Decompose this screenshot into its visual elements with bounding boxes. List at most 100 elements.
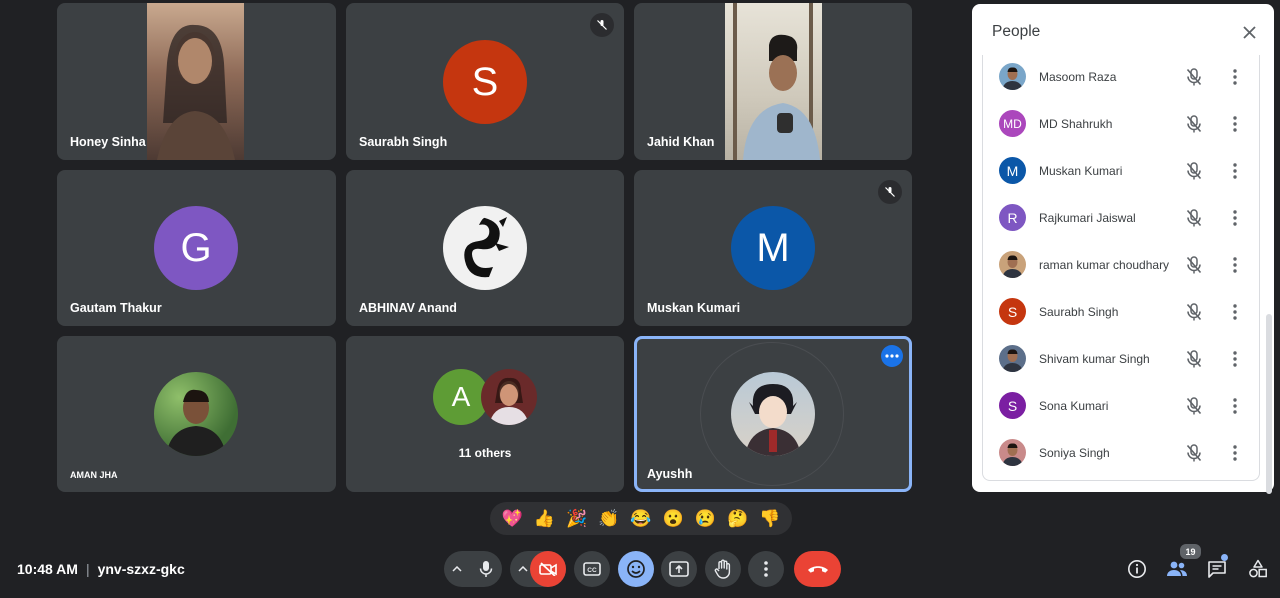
reaction-thinking[interactable]: 🤔 — [727, 510, 748, 527]
reaction-tears-of-joy[interactable]: 😂 — [630, 510, 651, 527]
mic-options-chevron-up-icon[interactable] — [444, 551, 470, 587]
reaction-crying[interactable]: 😢 — [695, 510, 716, 527]
more-options-icon[interactable] — [881, 345, 903, 367]
participant-avatar — [731, 372, 815, 456]
mic-icon — [479, 561, 493, 577]
close-panel-button[interactable] — [1238, 21, 1260, 43]
participant-tile-honey-sinha[interactable]: Honey Sinha — [57, 3, 336, 160]
mic-off-icon[interactable] — [1183, 301, 1205, 323]
person-name: Shivam kumar Singh — [1039, 352, 1150, 366]
participant-tile-abhinav-anand[interactable]: ABHINAV Anand — [346, 170, 624, 326]
people-list[interactable]: Masoom Raza MD MD Shahrukh M Muskan Kumari R R… — [982, 55, 1260, 481]
person-name: MD Shahrukh — [1039, 117, 1113, 131]
person-avatar — [999, 251, 1026, 278]
participant-avatar: S — [443, 40, 527, 124]
activities-icon — [1249, 559, 1267, 578]
people-list-scrollbar[interactable] — [1266, 314, 1272, 494]
people-list-item[interactable]: Shivam kumar Singh — [983, 337, 1259, 384]
mic-off-icon[interactable] — [1183, 160, 1205, 182]
participant-tile-others[interactable]: A 11 others — [346, 336, 624, 492]
mic-off-icon[interactable] — [1183, 207, 1205, 229]
people-list-item[interactable]: MD MD Shahrukh — [983, 102, 1259, 149]
avatar-initial: M — [756, 225, 790, 270]
avatar-initial: G — [180, 225, 212, 270]
participant-name: AMAN JHA — [70, 470, 118, 480]
mic-button[interactable] — [470, 551, 502, 587]
present-screen-icon — [669, 561, 689, 577]
others-avatar-photo — [481, 369, 537, 425]
participant-name: Honey Sinha — [70, 135, 146, 149]
captions-button[interactable]: CC — [574, 551, 610, 587]
meeting-info: 10:48 AM | ynv-szxz-gkc — [17, 561, 185, 577]
reaction-sparkling-heart[interactable]: 💖 — [502, 510, 523, 527]
participant-tile-aman-jha[interactable]: AMAN JHA — [57, 336, 336, 492]
people-icon — [1167, 561, 1187, 576]
more-vert-icon[interactable] — [1226, 113, 1244, 135]
person-avatar — [999, 63, 1026, 90]
reaction-clapping[interactable]: 👏 — [598, 510, 619, 527]
person-name: Masoom Raza — [1039, 70, 1117, 84]
people-list-item[interactable]: R Rajkumari Jaiswal — [983, 196, 1259, 243]
participant-name: Muskan Kumari — [647, 301, 741, 315]
more-vert-icon[interactable] — [1226, 348, 1244, 370]
reactions-button[interactable] — [618, 551, 654, 587]
more-options-button[interactable] — [748, 551, 784, 587]
info-icon — [1128, 560, 1146, 578]
mic-off-icon[interactable] — [1183, 113, 1205, 135]
mic-control-group — [444, 551, 502, 587]
camera-off-button[interactable] — [530, 551, 566, 587]
present-screen-button[interactable] — [661, 551, 697, 587]
people-list-item[interactable]: S Saurabh Singh — [983, 290, 1259, 337]
people-list-item[interactable]: S Sona Kumari — [983, 384, 1259, 431]
person-avatar — [999, 439, 1026, 466]
reaction-thumbs-up[interactable]: 👍 — [534, 510, 555, 527]
more-vert-icon[interactable] — [1226, 254, 1244, 276]
person-name: Soniya Singh — [1039, 446, 1110, 460]
people-list-item[interactable]: Soniya Singh — [983, 431, 1259, 478]
more-vert-icon[interactable] — [1226, 301, 1244, 323]
mic-off-icon[interactable] — [1183, 348, 1205, 370]
person-avatar: R — [999, 204, 1026, 231]
more-vert-icon — [764, 561, 768, 577]
participant-tile-gautam-thakur[interactable]: G Gautam Thakur — [57, 170, 336, 326]
person-avatar — [999, 345, 1026, 372]
others-count-label: 11 others — [458, 446, 512, 460]
leave-call-button[interactable] — [794, 551, 841, 587]
dragon-emblem — [464, 217, 509, 278]
more-vert-icon[interactable] — [1226, 66, 1244, 88]
people-list-item[interactable]: M Muskan Kumari — [983, 149, 1259, 196]
reaction-surprised[interactable]: 😮 — [663, 510, 684, 527]
people-list-item[interactable]: Masoom Raza — [983, 55, 1259, 102]
avatar-initial: MD — [1003, 116, 1022, 131]
more-vert-icon[interactable] — [1226, 442, 1244, 464]
meeting-time: 10:48 AM — [17, 561, 78, 577]
raise-hand-button[interactable] — [705, 551, 741, 587]
mic-off-icon[interactable] — [1183, 442, 1205, 464]
person-name: Muskan Kumari — [1039, 164, 1123, 178]
more-vert-icon[interactable] — [1226, 207, 1244, 229]
meeting-details-button[interactable] — [1124, 556, 1150, 582]
person-avatar: MD — [999, 110, 1026, 137]
mic-off-icon[interactable] — [1183, 395, 1205, 417]
hang-up-icon — [807, 566, 828, 573]
participant-video — [147, 3, 244, 160]
people-list-item[interactable]: raman kumar choudhary — [983, 243, 1259, 290]
avatar-initial: R — [1007, 209, 1018, 226]
avatar-initial: S — [1007, 303, 1018, 320]
participant-tile-ayushh[interactable]: Ayushh — [634, 336, 912, 492]
mic-off-icon[interactable] — [1183, 66, 1205, 88]
more-vert-icon[interactable] — [1226, 160, 1244, 182]
participant-avatar — [154, 372, 238, 456]
participant-tile-saurabh-singh[interactable]: S Saurabh Singh — [346, 3, 624, 160]
activities-button[interactable] — [1245, 556, 1271, 582]
chat-unread-dot — [1221, 554, 1228, 561]
mic-off-icon[interactable] — [1183, 254, 1205, 276]
person-avatar: S — [999, 392, 1026, 419]
reaction-thumbs-down[interactable]: 👎 — [759, 510, 780, 527]
more-vert-icon[interactable] — [1226, 395, 1244, 417]
participant-tile-muskan-kumari[interactable]: M Muskan Kumari — [634, 170, 912, 326]
participant-tile-jahid-khan[interactable]: Jahid Khan — [634, 3, 912, 160]
avatar-initial: S — [1007, 397, 1018, 414]
person-name: Rajkumari Jaiswal — [1039, 211, 1136, 225]
reaction-party-popper[interactable]: 🎉 — [566, 510, 587, 527]
